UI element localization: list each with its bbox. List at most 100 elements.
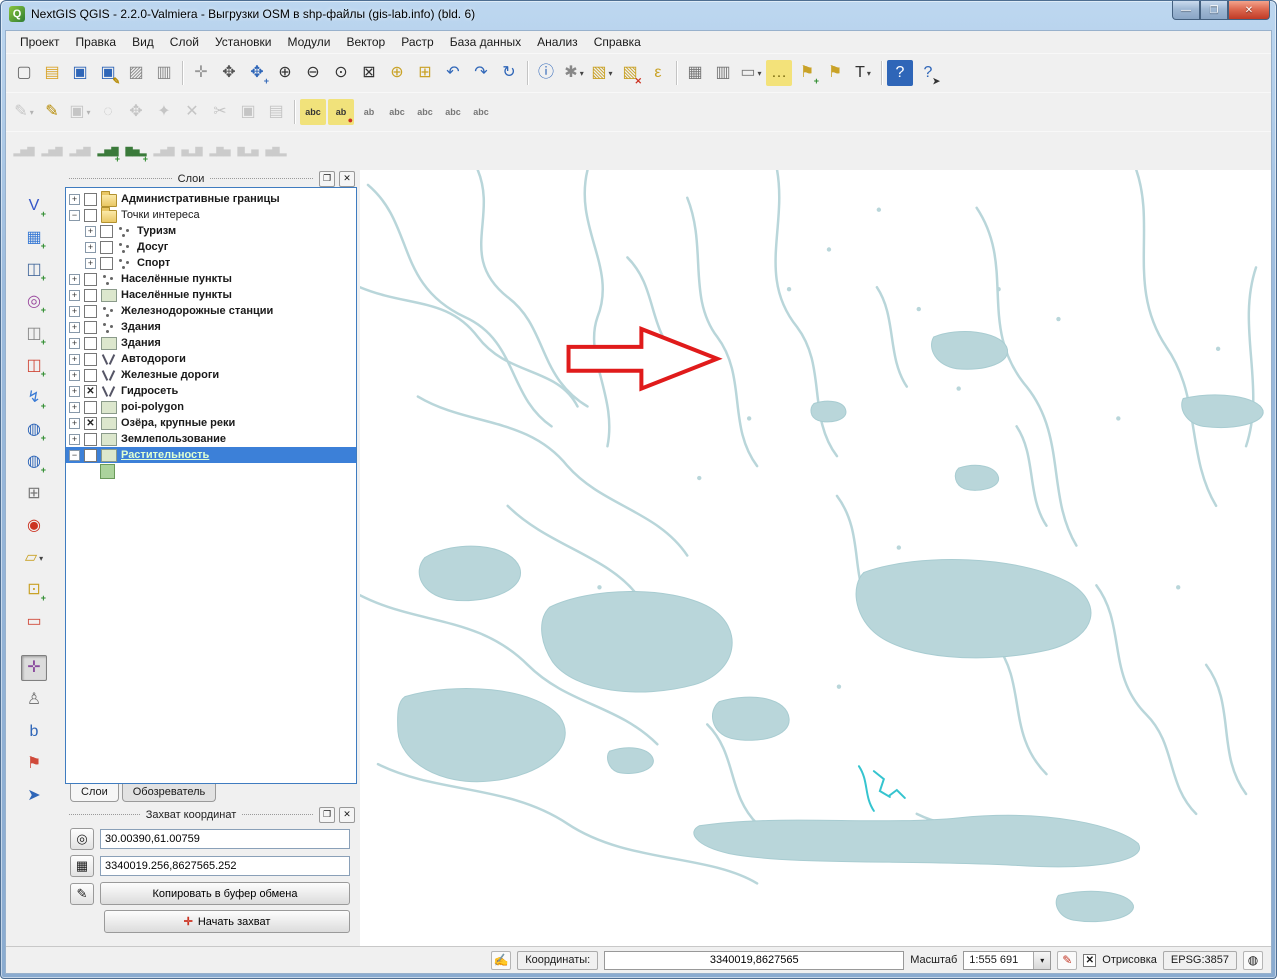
layer-row-0[interactable]: +Административные границы bbox=[66, 191, 356, 207]
layer-visibility-checkbox[interactable] bbox=[84, 401, 97, 414]
add-delimited-text-button[interactable]: ⊞ bbox=[21, 481, 47, 507]
layer-row-16[interactable]: −Растительность bbox=[66, 447, 356, 463]
layer-swatch-row[interactable] bbox=[66, 463, 356, 479]
layer-row-2[interactable]: +Туризм bbox=[66, 223, 356, 239]
layer-visibility-checkbox[interactable]: ✕ bbox=[84, 385, 97, 398]
add-wms-layer-button[interactable]: ↯+ bbox=[21, 385, 47, 411]
add-oracle-layer-button[interactable]: ◫+ bbox=[21, 353, 47, 379]
layer-visibility-checkbox[interactable] bbox=[84, 353, 97, 366]
mouse-position-icon[interactable]: ✍ bbox=[491, 951, 511, 970]
text-annotation-button[interactable]: T▾ bbox=[850, 60, 876, 86]
coordinates-label-button[interactable]: Координаты: bbox=[517, 951, 598, 970]
add-diagram-button[interactable]: ▇▅▂+ bbox=[123, 138, 149, 164]
chevron-down-icon[interactable]: ▾ bbox=[609, 69, 613, 78]
pin-labels-button[interactable]: ab bbox=[356, 99, 382, 125]
layer-visibility-checkbox[interactable] bbox=[84, 209, 97, 222]
map-tips-button[interactable]: … bbox=[766, 60, 792, 86]
road-graph-button[interactable]: ➤ bbox=[21, 783, 47, 809]
tab-browser[interactable]: Обозреватель bbox=[122, 784, 217, 802]
layer-visibility-checkbox[interactable] bbox=[84, 289, 97, 302]
add-wcs-layer-button[interactable]: ◍+ bbox=[21, 417, 47, 443]
chevron-down-icon[interactable]: ▾ bbox=[758, 69, 762, 78]
layer-visibility-checkbox[interactable] bbox=[84, 337, 97, 350]
capture-panel-header[interactable]: Захват координат ❐ ✕ bbox=[62, 806, 360, 823]
coordinates-input[interactable] bbox=[604, 951, 904, 970]
render-checkbox[interactable]: ✕ bbox=[1083, 954, 1096, 967]
expand-toggle-icon[interactable]: − bbox=[69, 450, 80, 461]
scale-combobox[interactable]: 1:555 691 ▾ bbox=[963, 951, 1051, 970]
layer-row-15[interactable]: +Землепользование bbox=[66, 431, 356, 447]
zoom-next-button[interactable]: ↷ bbox=[468, 60, 494, 86]
chevron-down-icon[interactable]: ▾ bbox=[39, 554, 43, 563]
map-canvas[interactable] bbox=[360, 170, 1271, 946]
attribute-table-button[interactable]: ▦ bbox=[682, 60, 708, 86]
add-histogram-button[interactable]: ▂▅▇+ bbox=[95, 138, 121, 164]
show-hide-labels-button[interactable]: abc bbox=[384, 99, 410, 125]
whats-this-button[interactable]: ?➤ bbox=[915, 60, 941, 86]
projected-coords-icon[interactable]: ▦ bbox=[70, 855, 94, 877]
expand-toggle-icon[interactable]: + bbox=[69, 338, 80, 349]
maximize-button[interactable]: ❐ bbox=[1200, 1, 1228, 20]
pan-to-selection-button[interactable]: ✥+ bbox=[244, 60, 270, 86]
expand-toggle-icon[interactable]: + bbox=[69, 418, 80, 429]
layer-visibility-checkbox[interactable] bbox=[100, 257, 113, 270]
add-postgis-layer-button[interactable]: ◫+ bbox=[21, 257, 47, 283]
evis-event-id-button[interactable]: ⚑ bbox=[21, 751, 47, 777]
expand-toggle-icon[interactable]: + bbox=[69, 274, 80, 285]
evis-event-browser-button[interactable]: ♙ bbox=[21, 687, 47, 713]
copy-to-clipboard-button[interactable]: Копировать в буфер обмена bbox=[100, 882, 350, 905]
evis-database-button[interactable]: b bbox=[21, 719, 47, 745]
tab-layers[interactable]: Слои bbox=[70, 784, 119, 802]
labeling-settings-button[interactable]: ab● bbox=[328, 99, 354, 125]
expand-toggle-icon[interactable]: + bbox=[69, 370, 80, 381]
select-by-expression-button[interactable]: ε bbox=[645, 60, 671, 86]
menu-settings[interactable]: Установки bbox=[207, 32, 279, 52]
print-composer-button[interactable]: ▥ bbox=[151, 60, 177, 86]
change-label-button[interactable]: abc bbox=[468, 99, 494, 125]
save-as-image-button[interactable]: ▨ bbox=[123, 60, 149, 86]
projected-coords-input[interactable] bbox=[100, 856, 350, 876]
labeling-button[interactable]: abc bbox=[300, 99, 326, 125]
menu-plugins[interactable]: Модули bbox=[279, 32, 338, 52]
expand-toggle-icon[interactable]: + bbox=[85, 226, 96, 237]
expand-toggle-icon[interactable]: + bbox=[85, 258, 96, 269]
crs-status-button[interactable]: EPSG:3857 bbox=[1163, 951, 1237, 970]
expand-toggle-icon[interactable]: + bbox=[69, 354, 80, 365]
expand-toggle-icon[interactable]: + bbox=[69, 306, 80, 317]
help-button[interactable]: ? bbox=[887, 60, 913, 86]
minimize-button[interactable]: — bbox=[1172, 1, 1200, 20]
menu-layer[interactable]: Слой bbox=[162, 32, 207, 52]
zoom-out-button[interactable]: ⊖ bbox=[300, 60, 326, 86]
add-raster-layer-button[interactable]: ▦+ bbox=[21, 225, 47, 251]
chevron-down-icon[interactable]: ▾ bbox=[867, 69, 871, 78]
menu-analysis[interactable]: Анализ bbox=[529, 32, 586, 52]
menu-project[interactable]: Проект bbox=[12, 32, 68, 52]
remove-layer-button[interactable]: ▭ bbox=[21, 609, 47, 635]
menu-view[interactable]: Вид bbox=[124, 32, 162, 52]
track-mouse-icon[interactable]: ✎ bbox=[70, 883, 94, 905]
close-button[interactable]: ✕ bbox=[1228, 1, 1270, 20]
zoom-full-button[interactable]: ⊠ bbox=[356, 60, 382, 86]
layer-row-14[interactable]: +✕Озёра, крупные реки bbox=[66, 415, 356, 431]
layers-panel-header[interactable]: Слои ❐ ✕ bbox=[62, 170, 360, 187]
layer-row-7[interactable]: +Железнодорожные станции bbox=[66, 303, 356, 319]
layer-row-9[interactable]: +Здания bbox=[66, 335, 356, 351]
layer-visibility-checkbox[interactable] bbox=[84, 369, 97, 382]
zoom-last-button[interactable]: ↶ bbox=[440, 60, 466, 86]
layer-visibility-checkbox[interactable] bbox=[84, 273, 97, 286]
coordinate-capture-button[interactable]: ✛ bbox=[21, 655, 47, 681]
close-panel-icon[interactable]: ✕ bbox=[339, 807, 355, 823]
add-mssql-layer-button[interactable]: ◫+ bbox=[21, 321, 47, 347]
float-panel-icon[interactable]: ❐ bbox=[319, 171, 335, 187]
new-spatialite-button[interactable]: ⊡+ bbox=[21, 577, 47, 603]
layer-visibility-checkbox[interactable] bbox=[100, 225, 113, 238]
chevron-down-icon[interactable]: ▾ bbox=[580, 69, 584, 78]
layer-visibility-checkbox[interactable]: ✕ bbox=[84, 417, 97, 430]
rotate-label-button[interactable]: abc bbox=[440, 99, 466, 125]
geographic-coords-icon[interactable]: ◎ bbox=[70, 828, 94, 850]
layer-visibility-checkbox[interactable] bbox=[84, 305, 97, 318]
layer-visibility-checkbox[interactable] bbox=[84, 449, 97, 462]
menu-vector[interactable]: Вектор bbox=[338, 32, 393, 52]
add-gpx-layer-button[interactable]: ◉ bbox=[21, 513, 47, 539]
add-wfs-layer-button[interactable]: ◍+ bbox=[21, 449, 47, 475]
